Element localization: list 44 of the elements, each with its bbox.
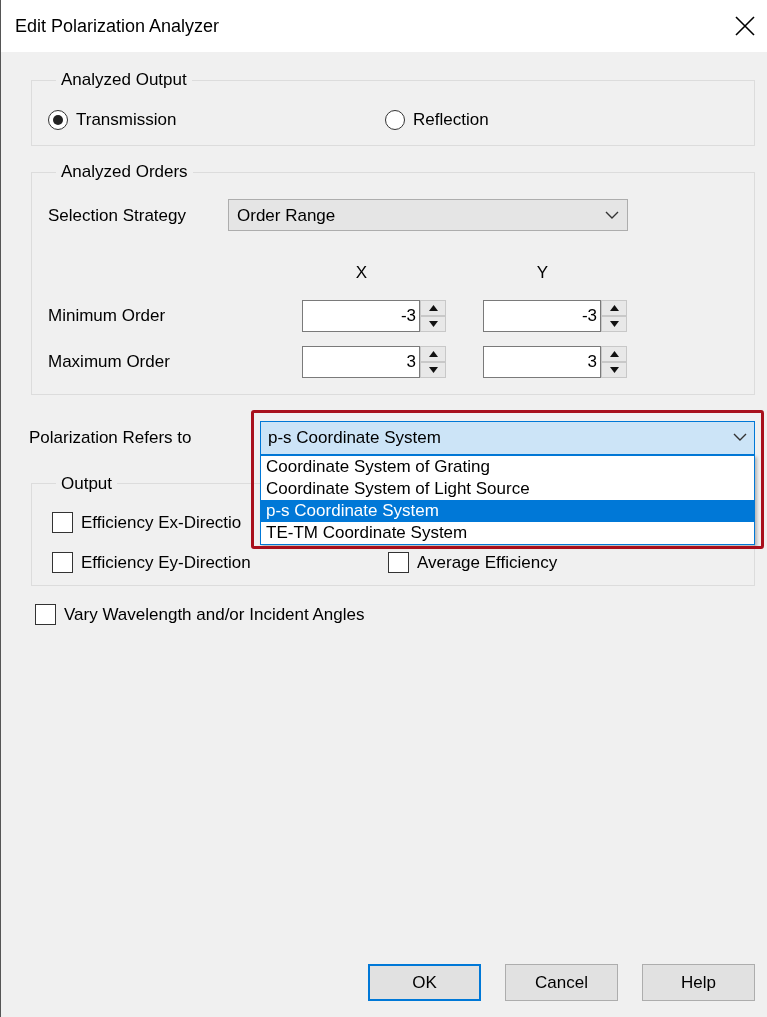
spin-up-button[interactable]	[601, 345, 627, 362]
up-triangle-icon	[609, 304, 619, 311]
number-field[interactable]: -3	[302, 299, 420, 332]
field-label: Selection Strategy	[48, 204, 187, 227]
dialog-button[interactable]: Help	[642, 964, 755, 1001]
dialog-button[interactable]: Cancel	[505, 964, 618, 1001]
row-label: Minimum Order	[48, 305, 167, 328]
down-triangle-icon	[609, 320, 619, 327]
chevron-down-icon	[733, 433, 747, 443]
spin-up-button[interactable]	[420, 299, 446, 316]
dropdown-option[interactable]: Coordinate System of Grating	[261, 455, 754, 478]
dropdown-option[interactable]: Coordinate System of Light Source	[261, 477, 754, 500]
group-title: Analyzed Orders	[60, 161, 189, 183]
radio-option[interactable]: Reflection	[385, 107, 722, 133]
row-label: Maximum Order	[48, 351, 171, 374]
number-field[interactable]: -3	[483, 299, 601, 332]
field-label: Polarization Refers to	[29, 427, 193, 450]
checkbox-option[interactable]: Efficiency Ey-Direction	[52, 549, 251, 576]
group-title: Analyzed Output	[60, 70, 188, 91]
radio-option[interactable]: Transmission	[48, 107, 385, 133]
spin-up-button[interactable]	[601, 299, 627, 316]
column-header: X	[354, 262, 369, 285]
down-triangle-icon	[428, 320, 438, 327]
up-triangle-icon	[609, 350, 619, 357]
column-header: Y	[535, 262, 550, 285]
down-triangle-icon	[609, 366, 619, 373]
up-triangle-icon	[428, 350, 438, 357]
dropdown-option[interactable]: p-s Coordinate System	[261, 499, 754, 522]
dropdown-option[interactable]: TE-TM Coordinate System	[261, 521, 754, 544]
close-icon[interactable]	[735, 16, 755, 36]
strategy-dropdown[interactable]: Order Range	[228, 199, 628, 232]
chevron-down-icon	[605, 210, 619, 220]
checkbox-option[interactable]: Efficiency Ex-Directio	[52, 510, 242, 536]
group-title: Output	[60, 473, 114, 495]
up-triangle-icon	[428, 304, 438, 311]
window-title: Edit Polarization Analyzer	[15, 14, 220, 38]
spin-up-button[interactable]	[420, 345, 446, 362]
checkbox-option[interactable]: Average Efficiency	[388, 549, 558, 576]
number-field[interactable]: 3	[302, 345, 420, 378]
checkbox-option[interactable]: Vary Wavelength and/or Incident Angles	[35, 602, 365, 628]
down-triangle-icon	[428, 366, 438, 373]
number-field[interactable]: 3	[483, 345, 601, 378]
dialog-button[interactable]: OK	[368, 964, 481, 1001]
polarization-dropdown[interactable]: p-s Coordinate System	[260, 420, 755, 455]
